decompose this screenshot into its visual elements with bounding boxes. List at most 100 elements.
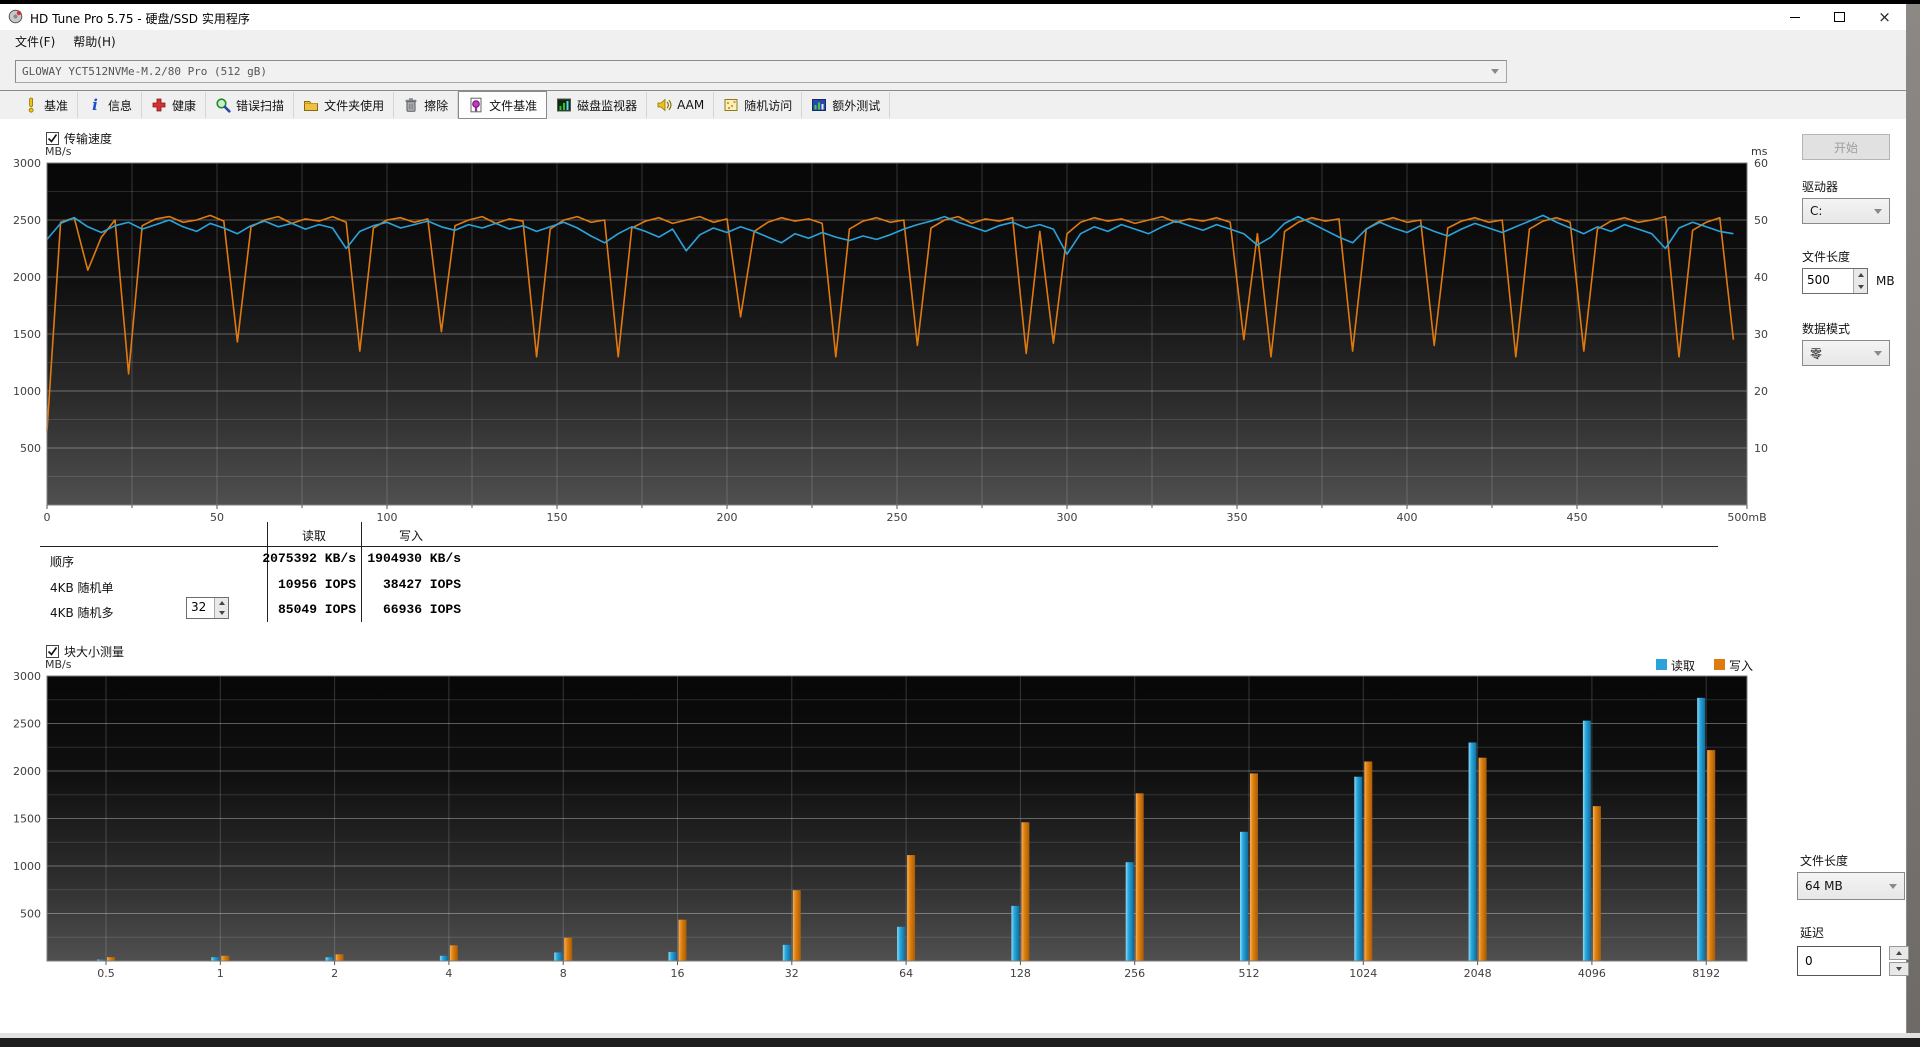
svg-text:30: 30 bbox=[1754, 328, 1768, 341]
delay-input[interactable]: 0 bbox=[1797, 946, 1881, 976]
svg-text:1024: 1024 bbox=[1349, 967, 1377, 980]
svg-text:4: 4 bbox=[445, 967, 452, 980]
svg-text:450: 450 bbox=[1567, 511, 1588, 524]
health-cross-icon bbox=[152, 98, 166, 112]
tab-health[interactable]: 健康 bbox=[142, 92, 207, 118]
svg-text:500mB: 500mB bbox=[1727, 511, 1766, 524]
svg-text:60: 60 bbox=[1754, 157, 1768, 170]
svg-text:3000: 3000 bbox=[13, 670, 41, 683]
drive-combo[interactable]: C: bbox=[1802, 198, 1890, 224]
tab-random-access[interactable]: 随机访问 bbox=[714, 92, 803, 118]
minimize-button[interactable] bbox=[1772, 4, 1817, 30]
delay-down-button[interactable] bbox=[1889, 962, 1909, 976]
toolbar: GLOWAY YCT512NVMe-M.2/80 Pro (512 gB) bbox=[0, 52, 1906, 134]
menu-help[interactable]: 帮助(H) bbox=[64, 30, 124, 53]
svg-text:MB/s: MB/s bbox=[45, 145, 72, 158]
tab-file-benchmark[interactable]: 文件基准 bbox=[458, 91, 548, 119]
tab-erase[interactable]: 擦除 bbox=[394, 92, 459, 118]
tab-benchmark[interactable]: 基准 bbox=[14, 92, 79, 118]
svg-text:32: 32 bbox=[785, 967, 799, 980]
svg-text:MB/s: MB/s bbox=[45, 658, 72, 671]
random-access-icon bbox=[724, 99, 738, 111]
tab-aam[interactable]: AAM bbox=[647, 92, 715, 118]
svg-text:1500: 1500 bbox=[13, 328, 41, 341]
file-length-spinner[interactable]: 500 bbox=[1802, 268, 1868, 294]
menubar: 文件(F) 帮助(H) bbox=[0, 30, 1906, 52]
tab-label: 随机访问 bbox=[744, 98, 793, 113]
drive-select-combo[interactable]: GLOWAY YCT512NVMe-M.2/80 Pro (512 gB) bbox=[15, 60, 1507, 83]
svg-text:2500: 2500 bbox=[13, 214, 41, 227]
svg-text:10: 10 bbox=[1754, 442, 1768, 455]
check-icon bbox=[47, 134, 58, 143]
file-length-up[interactable] bbox=[1854, 269, 1867, 281]
delay-label: 延迟 bbox=[1800, 926, 1825, 940]
tab-label: 信息 bbox=[108, 98, 133, 113]
svg-text:1: 1 bbox=[217, 967, 224, 980]
tab-label: 磁盘监视器 bbox=[577, 98, 638, 113]
maximize-button[interactable] bbox=[1817, 4, 1862, 30]
speaker-icon bbox=[657, 98, 672, 112]
data-mode-combo[interactable]: 零 bbox=[1802, 340, 1890, 366]
tab-error-scan[interactable]: 错误扫描 bbox=[206, 92, 295, 118]
row-4k-single-label: 4KB 随机单 bbox=[50, 581, 114, 595]
tab-disk-monitor[interactable]: 磁盘监视器 bbox=[547, 92, 648, 118]
svg-text:0.5: 0.5 bbox=[97, 967, 115, 980]
row-4k-multi-label: 4KB 随机多 bbox=[50, 606, 114, 620]
blocksize-chart: 3000 2500 2000 1500 1000 500 0.5 1 2 4 8 16 32 64 128 2… bbox=[13, 658, 1748, 980]
svg-text:200: 200 bbox=[717, 511, 738, 524]
extra-tests-icon bbox=[812, 99, 827, 111]
table-col-write: 写入 bbox=[398, 529, 423, 543]
screen: HD Tune Pro 5.75 - 硬盘/SSD 实用程序 × 文件(F) 帮… bbox=[0, 0, 1920, 1047]
tab-label: 额外测试 bbox=[832, 98, 881, 113]
app-icon bbox=[8, 9, 23, 28]
menu-file[interactable]: 文件(F) bbox=[6, 30, 64, 53]
file-length-value: 500 bbox=[1807, 273, 1830, 287]
drive-combo-value: C: bbox=[1810, 204, 1823, 218]
row-4k-single-read: 10956 IOPS bbox=[277, 577, 356, 592]
svg-text:100: 100 bbox=[377, 511, 398, 524]
chevron-down-icon bbox=[1491, 69, 1499, 74]
magnifier-icon bbox=[216, 98, 231, 113]
tab-folder-usage[interactable]: 文件夹使用 bbox=[294, 92, 395, 118]
file-length2-combo[interactable]: 64 MB bbox=[1797, 872, 1905, 900]
svg-text:400: 400 bbox=[1397, 511, 1418, 524]
svg-text:2500: 2500 bbox=[13, 718, 41, 731]
file-length-unit: MB bbox=[1876, 274, 1895, 288]
folder-icon bbox=[304, 101, 319, 111]
tabbar: 基准 i 信息 健康 错误扫描 文件夹使用 擦除 文件基准 磁盘监视器 AAM … bbox=[0, 90, 1906, 119]
tab-extra-tests[interactable]: 额外测试 bbox=[802, 92, 891, 118]
delay-up-button[interactable] bbox=[1889, 946, 1909, 960]
svg-text:150: 150 bbox=[547, 511, 568, 524]
drive-label: 驱动器 bbox=[1802, 180, 1839, 194]
svg-text:1000: 1000 bbox=[13, 385, 41, 398]
desktop-background bbox=[1907, 4, 1920, 1033]
svg-text:50: 50 bbox=[210, 511, 224, 524]
table-col-read: 读取 bbox=[301, 529, 326, 543]
svg-text:20: 20 bbox=[1754, 385, 1768, 398]
queue-depth-value: 32 bbox=[191, 600, 207, 614]
svg-text:0: 0 bbox=[44, 511, 51, 524]
svg-text:250: 250 bbox=[887, 511, 908, 524]
tab-label: AAM bbox=[677, 98, 705, 112]
svg-text:8: 8 bbox=[560, 967, 567, 980]
svg-text:2000: 2000 bbox=[13, 271, 41, 284]
tab-label: 文件夹使用 bbox=[324, 98, 385, 113]
transfer-speed-checkbox[interactable] bbox=[46, 132, 59, 145]
close-icon: × bbox=[1878, 7, 1891, 26]
start-button-label: 开始 bbox=[1833, 140, 1858, 155]
chevron-down-icon bbox=[1874, 350, 1882, 356]
maximize-icon bbox=[1834, 12, 1845, 22]
blocksize-checkbox[interactable] bbox=[46, 645, 59, 658]
minimize-icon bbox=[1789, 16, 1800, 18]
tab-info[interactable]: i 信息 bbox=[78, 92, 143, 118]
tab-label: 文件基准 bbox=[489, 98, 538, 113]
svg-text:50: 50 bbox=[1754, 214, 1768, 227]
start-button[interactable]: 开始 bbox=[1802, 134, 1890, 160]
tab-label: 健康 bbox=[172, 98, 197, 113]
svg-text:3000: 3000 bbox=[13, 157, 41, 170]
table-header-rule bbox=[40, 546, 1718, 547]
check-icon bbox=[47, 647, 58, 656]
file-length-down[interactable] bbox=[1854, 281, 1867, 293]
chevron-down-icon bbox=[1889, 883, 1897, 889]
close-button[interactable]: × bbox=[1862, 4, 1907, 30]
